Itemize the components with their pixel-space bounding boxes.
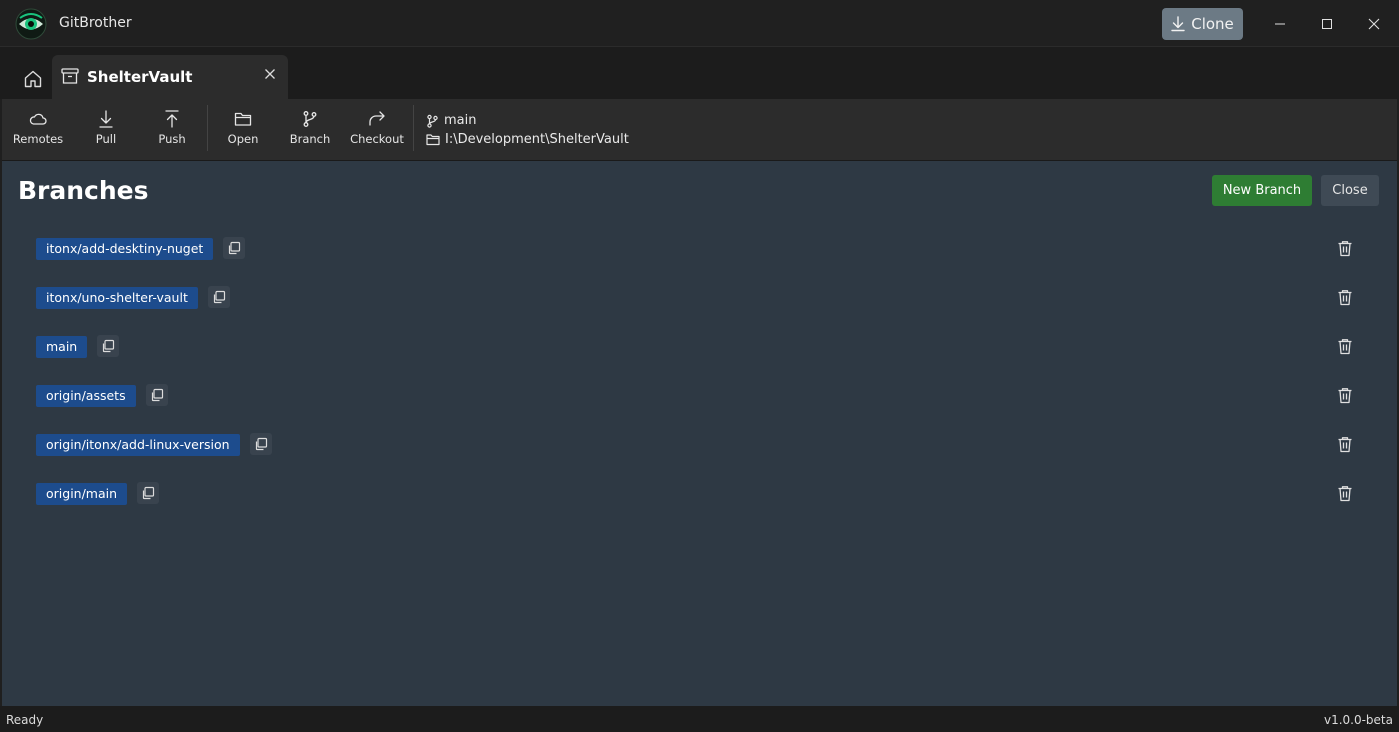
tab-sheltervault[interactable]: ShelterVault xyxy=(52,55,288,99)
trash-icon xyxy=(1337,240,1353,257)
branch-row: origin/itonx/add-linux-version xyxy=(36,433,1366,459)
branch-row: itonx/uno-shelter-vault xyxy=(36,286,1366,312)
copy-icon xyxy=(141,486,155,500)
tab-close-icon[interactable] xyxy=(264,68,276,80)
title-bar: GitBrother Clone xyxy=(0,0,1399,47)
git-branch-icon xyxy=(300,109,320,129)
eye-logo-icon xyxy=(15,8,47,40)
copy-icon xyxy=(212,290,226,304)
app-title: GitBrother xyxy=(59,15,132,31)
arrow-down-icon xyxy=(96,109,116,129)
branches-panel: Branches New Branch Close itonx/add-desk… xyxy=(2,161,1397,706)
tab-strip: ShelterVault xyxy=(0,47,1399,99)
copy-icon xyxy=(101,339,115,353)
trash-icon xyxy=(1337,485,1353,502)
clone-label: Clone xyxy=(1191,15,1234,33)
branch-row: main xyxy=(36,335,1366,361)
copy-branch-button[interactable] xyxy=(137,482,159,504)
pull-label: Pull xyxy=(95,132,117,146)
trash-icon xyxy=(1337,387,1353,404)
new-branch-button[interactable]: New Branch xyxy=(1212,175,1312,206)
repo-info: main I:\Development\ShelterVault xyxy=(426,111,629,149)
close-icon xyxy=(1368,18,1380,30)
git-branch-icon xyxy=(426,114,439,128)
remotes-label: Remotes xyxy=(12,132,64,146)
open-button[interactable]: Open xyxy=(227,109,259,155)
push-label: Push xyxy=(158,132,186,146)
branch-tag[interactable]: origin/itonx/add-linux-version xyxy=(36,434,240,456)
delete-branch-button[interactable] xyxy=(1334,335,1356,357)
home-icon xyxy=(23,69,43,89)
open-label: Open xyxy=(227,132,259,146)
home-button[interactable] xyxy=(15,64,51,94)
minimize-button[interactable] xyxy=(1257,0,1303,47)
current-branch: main xyxy=(444,113,477,128)
copy-branch-button[interactable] xyxy=(146,384,168,406)
delete-branch-button[interactable] xyxy=(1334,482,1356,504)
redo-arrow-icon xyxy=(367,109,387,129)
branch-row: origin/main xyxy=(36,482,1366,508)
clone-button[interactable]: Clone xyxy=(1162,8,1243,40)
page-title: Branches xyxy=(18,176,149,205)
status-bar: Ready v1.0.0-beta xyxy=(0,706,1399,732)
branch-row: itonx/add-desktiny-nuget xyxy=(36,237,1366,263)
folder-icon xyxy=(426,133,440,146)
branch-label: Branch xyxy=(289,132,331,146)
toolbar-separator xyxy=(207,105,208,151)
maximize-button[interactable] xyxy=(1304,0,1350,47)
push-button[interactable]: Push xyxy=(156,109,188,155)
delete-branch-button[interactable] xyxy=(1334,286,1356,308)
checkout-label: Checkout xyxy=(350,132,404,146)
cloud-icon xyxy=(28,109,48,129)
delete-branch-button[interactable] xyxy=(1334,384,1356,406)
close-button[interactable]: Close xyxy=(1321,175,1379,206)
archive-box-icon xyxy=(60,66,80,86)
copy-branch-button[interactable] xyxy=(250,433,272,455)
version-text: v1.0.0-beta xyxy=(1323,713,1393,727)
copy-branch-button[interactable] xyxy=(208,286,230,308)
copy-branch-button[interactable] xyxy=(223,237,245,259)
repo-path: I:\Development\ShelterVault xyxy=(445,132,629,147)
copy-icon xyxy=(227,241,241,255)
toolbar-separator xyxy=(413,105,414,151)
trash-icon xyxy=(1337,289,1353,306)
branch-row: origin/assets xyxy=(36,384,1366,410)
branch-tag[interactable]: itonx/add-desktiny-nuget xyxy=(36,238,214,260)
arrow-up-icon xyxy=(162,109,182,129)
trash-icon xyxy=(1337,436,1353,453)
status-text: Ready xyxy=(6,713,44,727)
checkout-button[interactable]: Checkout xyxy=(350,109,404,155)
window-close-button[interactable] xyxy=(1351,0,1397,47)
remotes-button[interactable]: Remotes xyxy=(12,109,64,155)
trash-icon xyxy=(1337,338,1353,355)
folder-icon xyxy=(233,109,253,129)
delete-branch-button[interactable] xyxy=(1334,433,1356,455)
pull-button[interactable]: Pull xyxy=(91,109,121,155)
toolbar: Remotes Pull Push Open Branch Checkout m… xyxy=(2,99,1397,161)
copy-icon xyxy=(150,388,164,402)
branch-tag[interactable]: origin/assets xyxy=(36,385,136,407)
maximize-icon xyxy=(1321,18,1333,30)
branch-tag[interactable]: origin/main xyxy=(36,483,128,505)
branch-tag[interactable]: itonx/uno-shelter-vault xyxy=(36,287,198,309)
branch-tag[interactable]: main xyxy=(36,336,88,358)
copy-branch-button[interactable] xyxy=(97,335,119,357)
branch-button[interactable]: Branch xyxy=(289,109,331,155)
tab-label: ShelterVault xyxy=(87,68,193,86)
copy-icon xyxy=(254,437,268,451)
minimize-icon xyxy=(1274,18,1286,30)
download-icon xyxy=(1171,16,1185,32)
delete-branch-button[interactable] xyxy=(1334,237,1356,259)
